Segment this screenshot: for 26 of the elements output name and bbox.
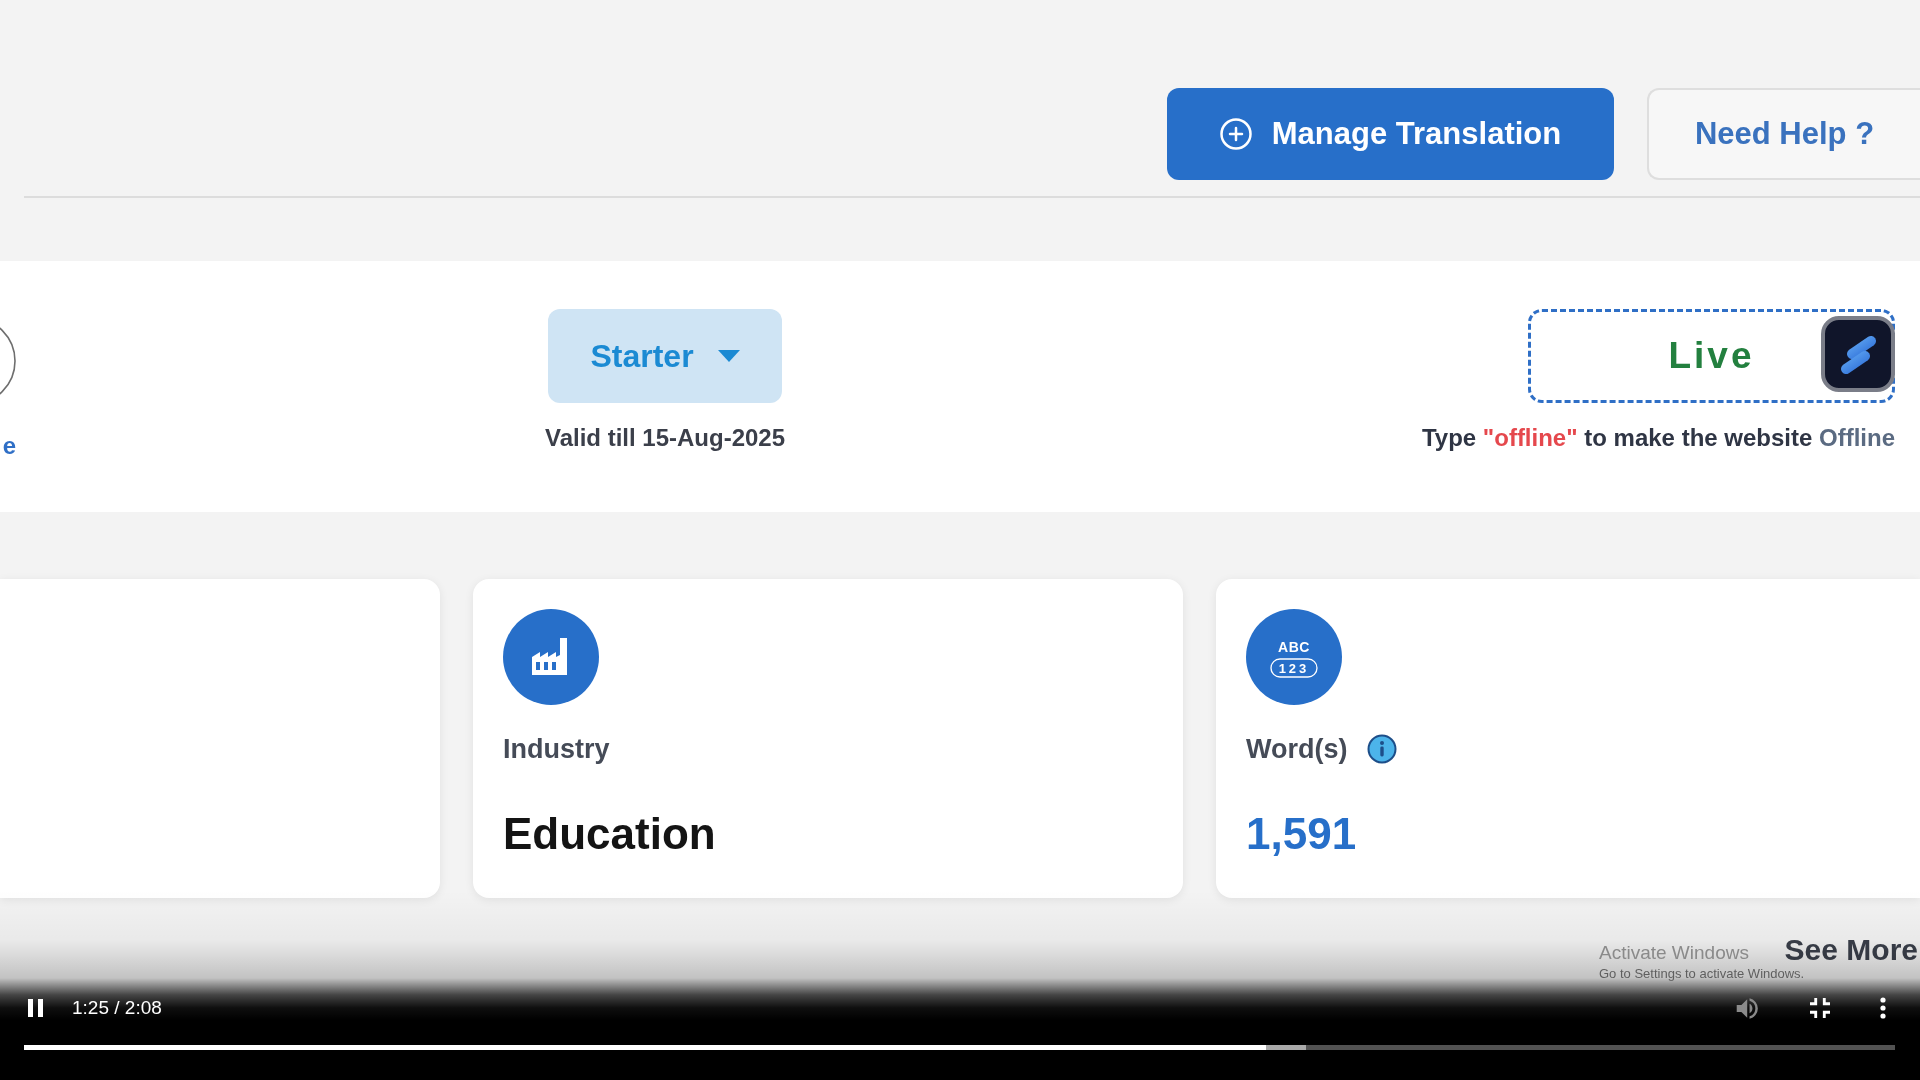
app-logo-icon[interactable] bbox=[1821, 316, 1895, 392]
manage-translation-button[interactable]: Manage Translation bbox=[1167, 88, 1614, 180]
time-text: 1:25 / 2:08 bbox=[72, 995, 162, 1020]
plus-circle-icon bbox=[1219, 118, 1252, 150]
volume-icon[interactable] bbox=[1735, 997, 1760, 1019]
card-label: Word(s) bbox=[1246, 733, 1348, 766]
activation-title: Activate Windows bbox=[1599, 942, 1749, 964]
card-value: Education bbox=[503, 808, 717, 860]
info-icon[interactable] bbox=[1366, 734, 1397, 764]
caret-down-icon bbox=[717, 350, 740, 362]
card-value: 1,591 bbox=[1246, 808, 1358, 860]
pause-icon[interactable] bbox=[28, 999, 43, 1017]
help-button[interactable]: Need Help ? bbox=[1647, 88, 1920, 180]
plan-dropdown[interactable]: Starter bbox=[548, 309, 782, 403]
card-label: Industry bbox=[503, 733, 610, 766]
abc-123-icon: ABC 123 bbox=[1246, 609, 1342, 705]
exit-fullscreen-icon[interactable] bbox=[1810, 998, 1830, 1018]
factory-icon bbox=[503, 609, 599, 705]
status-field[interactable]: Live bbox=[1528, 309, 1895, 403]
link[interactable]: e bbox=[0, 431, 16, 460]
activation-subtitle: Go to Settings to activate Windows. bbox=[1599, 966, 1805, 982]
more-options-icon[interactable] bbox=[1880, 997, 1886, 1019]
offline-hint-text: Type "offline" to make the website Offline bbox=[1421, 423, 1895, 453]
see-more-link[interactable]: See More bbox=[1784, 934, 1918, 966]
validity-text: Valid till 15-Aug-2025 bbox=[544, 423, 786, 453]
progress-track[interactable] bbox=[24, 1045, 1895, 1050]
